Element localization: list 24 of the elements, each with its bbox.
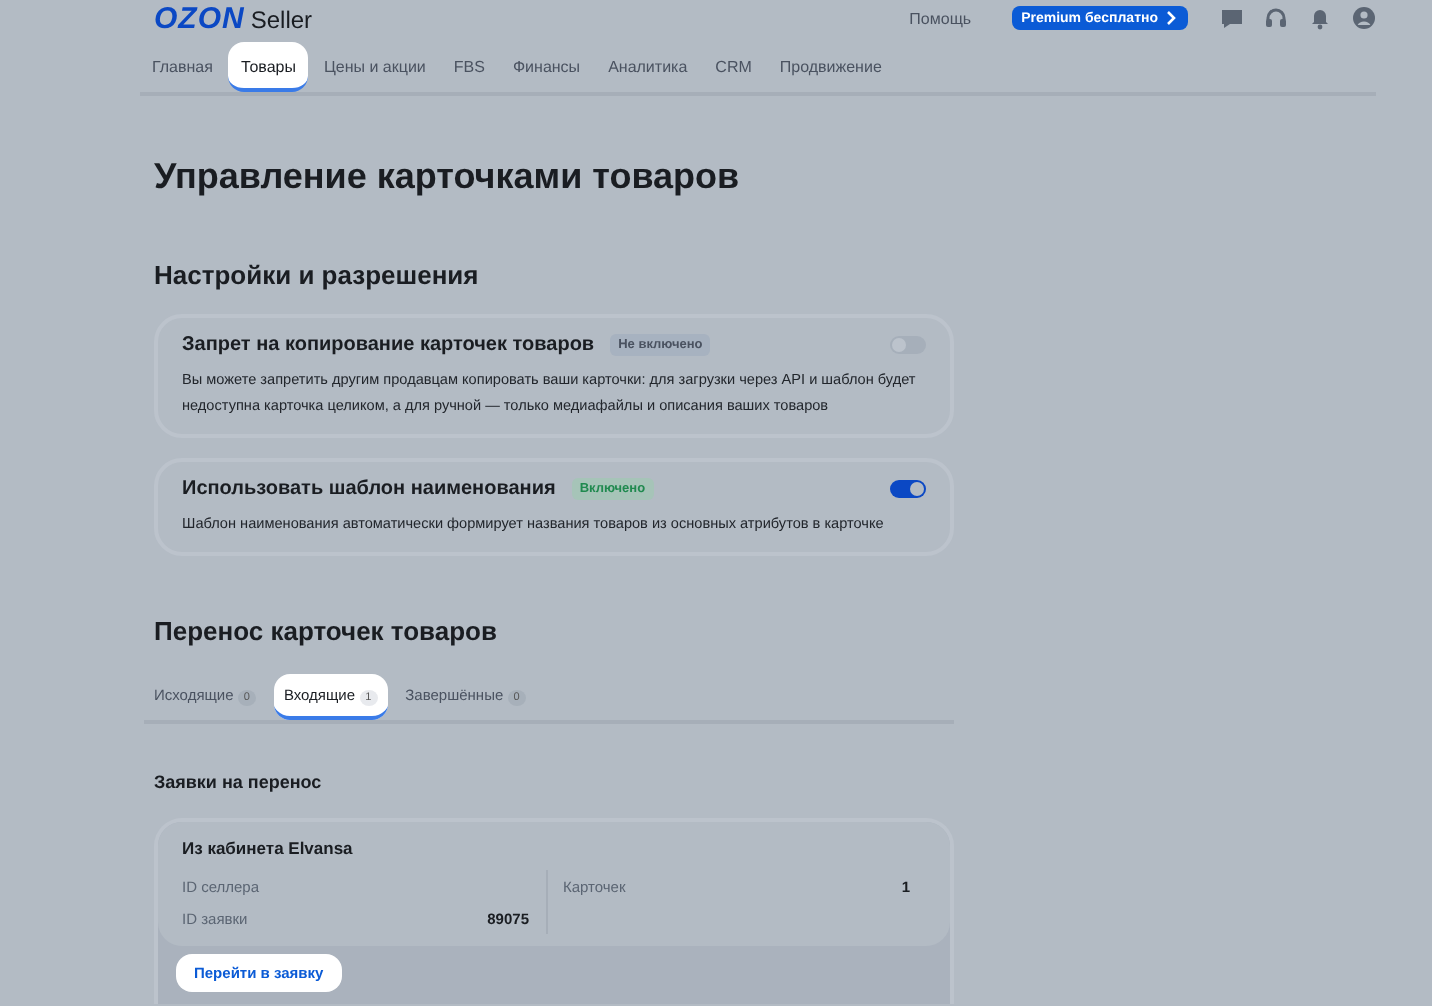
page-title: Управление карточками товаров xyxy=(154,156,742,198)
chat-icon[interactable] xyxy=(1220,6,1244,30)
nav-tab[interactable]: Товары xyxy=(228,42,308,92)
section-title: Настройки и разрешения xyxy=(154,260,481,290)
request-title: Из кабинета Elvansa xyxy=(182,838,355,858)
nav-tab[interactable]: Аналитика xyxy=(596,42,700,92)
nav-tab[interactable]: Главная xyxy=(140,42,225,92)
logo[interactable]: OZON xyxy=(154,1,245,35)
profile-icon[interactable] xyxy=(1352,6,1376,30)
subsection-title: Заявки на перенос xyxy=(154,772,324,792)
toggle-switch[interactable] xyxy=(890,480,926,498)
nav-tab[interactable]: Финансы xyxy=(500,42,593,92)
bell-icon[interactable] xyxy=(1308,6,1332,30)
logo-suffix: Seller xyxy=(250,5,313,33)
section-title: Перенос карточек товаров xyxy=(154,616,499,646)
nav-tab[interactable]: CRM xyxy=(703,42,764,92)
headset-icon[interactable] xyxy=(1264,6,1288,30)
help-link[interactable]: Помощь xyxy=(909,9,972,27)
chevron-icon xyxy=(1166,10,1178,26)
setting-title: Использовать шаблон наименования xyxy=(182,478,556,500)
nav-tab[interactable]: Продвижение xyxy=(767,42,894,92)
setting-title: Запрет на копирование карточек товаров xyxy=(182,334,595,356)
nav-tab[interactable]: Цены и акции xyxy=(311,42,438,92)
nav-tab[interactable]: FBS xyxy=(441,42,497,92)
